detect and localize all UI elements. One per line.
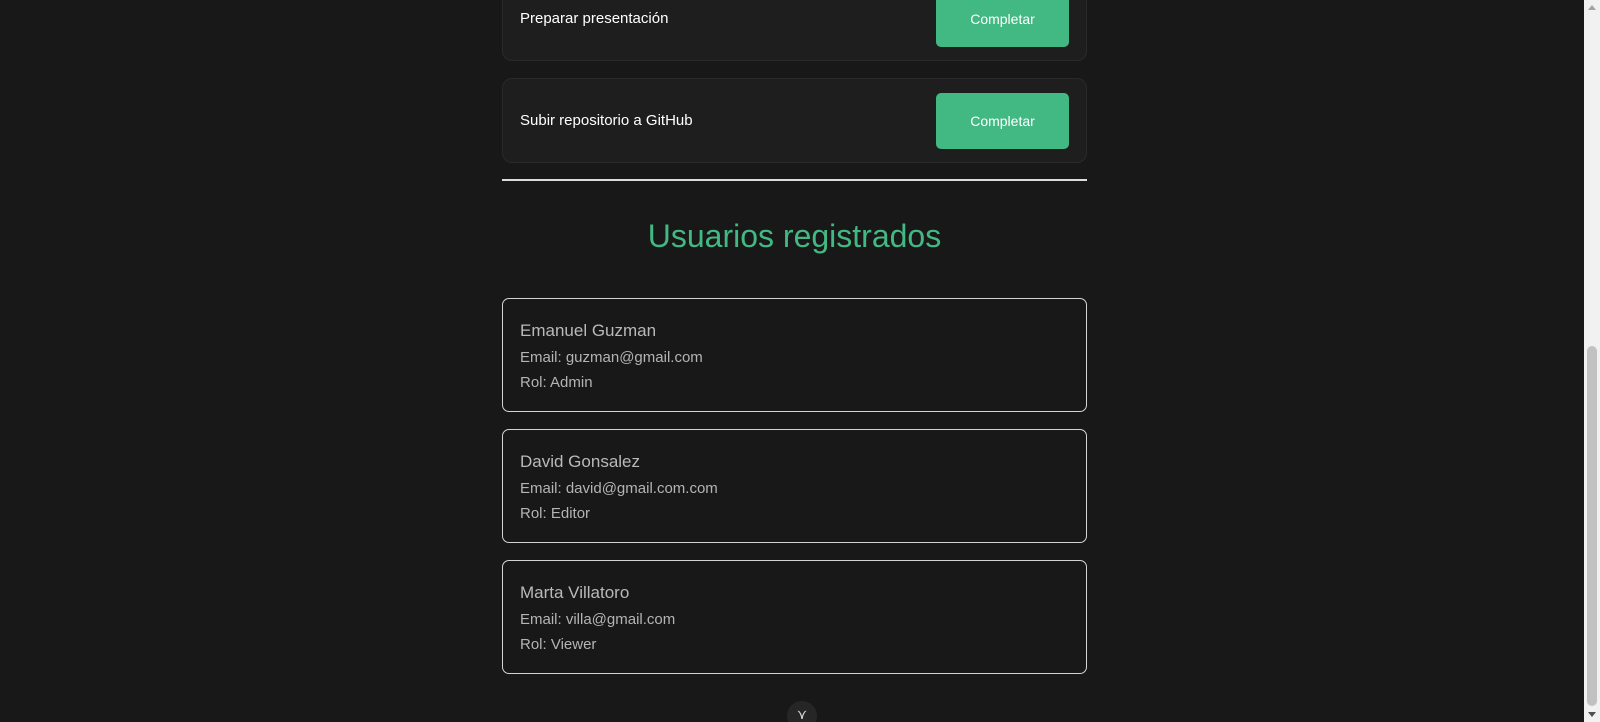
user-card: Marta Villatoro Email: villa@gmail.com R… xyxy=(502,560,1087,674)
user-role: Rol: Editor xyxy=(520,505,591,522)
user-email: Email: david@gmail.com.com xyxy=(520,480,718,497)
users-section-title: Usuarios registrados xyxy=(647,218,942,254)
user-email: Email: villa@gmail.com xyxy=(520,611,676,628)
user-card: Emanuel Guzman Email: guzman@gmail.com R… xyxy=(502,298,1087,412)
task-item: Preparar presentación Completar xyxy=(502,0,1087,61)
page-viewport: Preparar presentación Completar Subir re… xyxy=(0,0,1584,722)
complete-button[interactable]: Completar xyxy=(936,93,1069,149)
user-role: Rol: Viewer xyxy=(520,636,597,653)
user-card: David Gonsalez Email: david@gmail.com.co… xyxy=(502,429,1087,543)
section-divider xyxy=(502,179,1087,181)
scroll-down-button[interactable]: ⋎ xyxy=(787,701,817,722)
task-label: Subir repositorio a GitHub xyxy=(520,112,693,129)
chevron-down-icon: ⋎ xyxy=(796,706,808,722)
vertical-scrollbar[interactable] xyxy=(1584,0,1600,722)
scroll-up-arrow-icon[interactable] xyxy=(1588,5,1596,10)
scroll-down-arrow-icon[interactable] xyxy=(1588,712,1596,717)
user-name: Emanuel Guzman xyxy=(520,321,657,340)
task-item: Subir repositorio a GitHub Completar xyxy=(502,78,1087,163)
scrollbar-thumb[interactable] xyxy=(1587,346,1597,706)
complete-button[interactable]: Completar xyxy=(936,0,1069,47)
task-label: Preparar presentación xyxy=(520,10,669,27)
user-role: Rol: Admin xyxy=(520,374,593,391)
user-email: Email: guzman@gmail.com xyxy=(520,349,703,366)
user-name: David Gonsalez xyxy=(520,452,641,471)
user-name: Marta Villatoro xyxy=(520,583,630,602)
